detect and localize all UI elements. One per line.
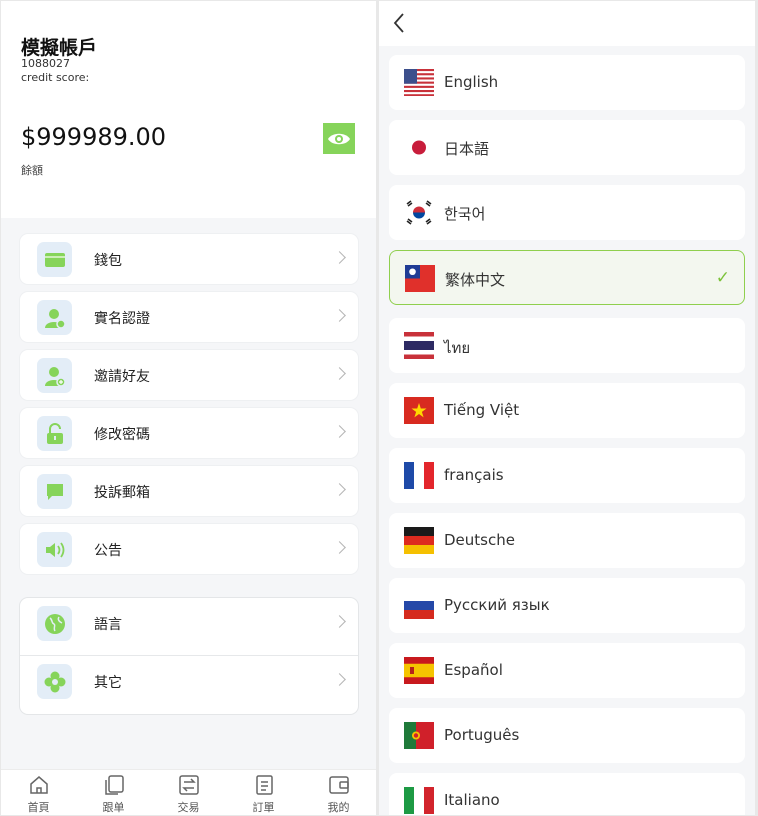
chevron-right-icon	[333, 309, 346, 322]
toggle-balance-visibility-button[interactable]	[323, 123, 355, 154]
menu-item-invite-friends[interactable]: 邀請好友	[20, 350, 358, 400]
menu-item-label: 實名認證	[94, 311, 150, 327]
language-label: Русский язык	[444, 596, 550, 614]
profile-panel: 模擬帳戶 1088027 credit score: $999989.00 餘額…	[1, 1, 376, 815]
language-label: Português	[444, 726, 520, 744]
back-arrow-icon[interactable]	[389, 11, 411, 35]
taiwan-flag	[405, 265, 435, 292]
language-label: Español	[444, 661, 503, 679]
language-option-spanish[interactable]: Español	[389, 643, 745, 698]
language-label: ไทย	[444, 339, 471, 357]
korea-flag	[404, 199, 434, 226]
tab-label: 首頁	[27, 801, 50, 814]
tab-label: 交易	[177, 801, 200, 814]
balance-label: 餘額	[21, 164, 43, 177]
portugal-flag	[404, 722, 434, 749]
tab-trade[interactable]: 交易	[151, 770, 226, 815]
menu-item-label: 錢包	[94, 253, 122, 269]
language-label: 日本語	[444, 140, 490, 158]
balance-amount: $999989.00	[21, 123, 167, 151]
language-option-japanese[interactable]: 日本語	[389, 120, 745, 175]
language-header	[379, 1, 755, 46]
language-option-vietnamese[interactable]: Tiếng Việt	[389, 383, 745, 438]
chevron-right-icon	[333, 673, 346, 686]
menu-item-identity-verification[interactable]: 實名認證	[20, 292, 358, 342]
tab-label: 跟单	[102, 801, 125, 814]
language-label: Deutsche	[444, 531, 515, 549]
chevron-right-icon	[333, 367, 346, 380]
language-option-thai[interactable]: ไทย	[389, 318, 745, 373]
menu-item-complaint-mailbox[interactable]: 投訴郵箱	[20, 466, 358, 516]
account-id: 1088027	[21, 57, 70, 70]
thailand-flag	[404, 332, 434, 359]
menu-item-other[interactable]: 其它	[20, 656, 358, 706]
tab-label: 我的	[327, 801, 350, 814]
message-icon	[37, 474, 72, 509]
language-option-french[interactable]: français	[389, 448, 745, 503]
japan-flag	[404, 134, 434, 161]
menu-item-wallet[interactable]: 錢包	[20, 234, 358, 284]
flower-icon	[37, 664, 72, 699]
language-label: 繁体中文	[445, 271, 506, 289]
globe-icon	[37, 606, 72, 641]
tab-copy-trade[interactable]: 跟单	[76, 770, 151, 815]
menu-item-label: 語言	[94, 617, 122, 633]
menu-item-label: 其它	[94, 675, 122, 691]
user-verify-icon	[37, 300, 72, 335]
menu-item-label: 公告	[94, 543, 122, 559]
language-panel: English 日本語 한국어 繁体中文 ✓ ไทย Tiếng Việt fr…	[379, 1, 755, 815]
exchange-icon	[178, 775, 199, 795]
menu-item-label: 投訴郵箱	[94, 485, 150, 501]
language-label: 한국어	[444, 205, 486, 223]
italy-flag	[404, 787, 434, 814]
credit-score-label: credit score:	[21, 71, 90, 84]
russia-flag	[404, 592, 434, 619]
menu-item-label: 修改密碼	[94, 427, 150, 443]
menu-item-language[interactable]: 語言	[20, 598, 358, 648]
menu-item-label: 邀請好友	[94, 369, 150, 385]
speaker-icon	[37, 532, 72, 567]
account-name: 模擬帳戶	[21, 37, 98, 59]
language-option-german[interactable]: Deutsche	[389, 513, 745, 568]
spain-flag	[404, 657, 434, 684]
order-icon	[255, 775, 273, 795]
wallet-profile-icon	[328, 776, 349, 794]
tab-label: 訂單	[252, 801, 275, 814]
lock-icon	[37, 416, 72, 451]
language-option-italian[interactable]: Italiano	[389, 773, 745, 815]
wallet-icon	[37, 242, 72, 277]
home-icon	[29, 776, 48, 794]
us-flag	[404, 69, 434, 96]
germany-flag	[404, 527, 434, 554]
vietnam-flag	[404, 397, 434, 424]
tab-mine[interactable]: 我的	[301, 770, 376, 815]
language-option-english[interactable]: English	[389, 55, 745, 110]
menu-item-announcement[interactable]: 公告	[20, 524, 358, 574]
language-option-russian[interactable]: Русский язык	[389, 578, 745, 633]
language-option-korean[interactable]: 한국어	[389, 185, 745, 240]
language-label: Italiano	[444, 791, 500, 809]
language-label: English	[444, 73, 499, 91]
language-label: Tiếng Việt	[444, 401, 520, 419]
chevron-right-icon	[333, 541, 346, 554]
language-option-portuguese[interactable]: Português	[389, 708, 745, 763]
chevron-right-icon	[333, 483, 346, 496]
tab-home[interactable]: 首頁	[1, 770, 76, 815]
tab-orders[interactable]: 訂單	[226, 770, 301, 815]
language-option-traditional-chinese[interactable]: 繁体中文 ✓	[389, 250, 745, 305]
language-label: français	[444, 466, 504, 484]
france-flag	[404, 462, 434, 489]
chevron-right-icon	[333, 615, 346, 628]
bottom-tab-bar: 首頁 跟单 交易 訂單 我的	[1, 769, 376, 815]
account-card: 模擬帳戶 1088027 credit score: $999989.00 餘額	[1, 1, 376, 218]
chevron-right-icon	[333, 425, 346, 438]
chevron-right-icon	[333, 251, 346, 264]
app-root: 模擬帳戶 1088027 credit score: $999989.00 餘額…	[0, 0, 758, 816]
eye-icon	[328, 133, 350, 144]
copy-icon	[104, 775, 124, 795]
checkmark-icon: ✓	[715, 268, 730, 288]
invite-user-icon	[37, 358, 72, 393]
menu-item-change-password[interactable]: 修改密碼	[20, 408, 358, 458]
